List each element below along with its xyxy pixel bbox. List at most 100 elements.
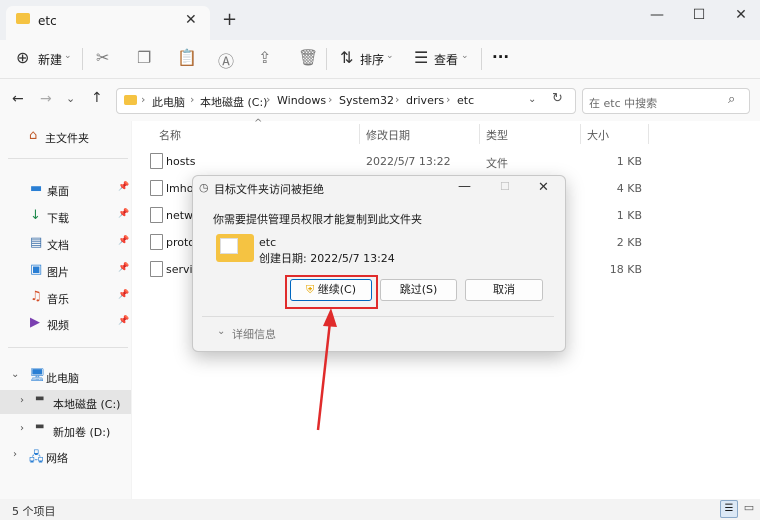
table-row[interactable]: hosts 2022/5/7 13:22 文件 1 KB	[140, 148, 750, 175]
chevron-down-icon: ⌄	[461, 51, 469, 61]
details-view-icon[interactable]: ☰	[720, 500, 738, 518]
toolbar-divider	[326, 48, 327, 70]
maximize-icon: ☐	[500, 180, 510, 193]
cut-icon[interactable]: ✂	[96, 48, 109, 67]
sidebar-item-label: 网络	[46, 452, 68, 465]
up-icon[interactable]: ↑	[91, 90, 103, 106]
chevron-right-icon[interactable]: ›	[13, 449, 17, 460]
chevron-right-icon[interactable]: ›	[20, 395, 24, 406]
column-divider[interactable]	[359, 124, 360, 144]
sidebar-item-music[interactable]: ♫ 音乐 📌	[0, 285, 131, 309]
sidebar-item-label: 新加卷 (D:)	[53, 426, 111, 439]
sidebar-item-network[interactable]: › 🖧 网络	[0, 444, 131, 468]
details-toggle[interactable]: 详细信息	[232, 326, 276, 342]
continue-button[interactable]: ⛨ 继续(C)	[290, 279, 372, 301]
breadcrumb-etc[interactable]: etc	[457, 94, 474, 107]
tab-title: etc	[38, 14, 57, 28]
sidebar-divider	[8, 347, 128, 348]
view-icon[interactable]: ☰	[414, 48, 428, 67]
minimize-icon[interactable]: —	[642, 7, 672, 23]
search-icon[interactable]: ⌕	[728, 92, 735, 107]
pin-icon: 📌	[118, 316, 130, 326]
new-button[interactable]: 新建	[38, 51, 62, 68]
breadcrumb-separator: ›	[328, 93, 333, 106]
sidebar-item-home[interactable]: ⌂ 主文件夹	[0, 124, 131, 148]
tiles-view-icon[interactable]: ▭	[741, 500, 757, 516]
new-icon[interactable]: ⊕	[16, 48, 29, 67]
pin-icon: 📌	[118, 290, 130, 300]
sidebar-item-documents[interactable]: ▤ 文档 📌	[0, 231, 131, 255]
new-tab-icon[interactable]: +	[222, 9, 237, 30]
breadcrumb-system32[interactable]: System32	[339, 94, 394, 107]
breadcrumb-drivers[interactable]: drivers	[406, 94, 444, 107]
search-placeholder: 在 etc 中搜索	[589, 97, 658, 110]
drive-icon: ▬	[35, 393, 45, 404]
file-name: proto	[166, 236, 196, 249]
sidebar-item-pictures[interactable]: ▣ 图片 📌	[0, 258, 131, 282]
rename-icon[interactable]: Ⓐ	[218, 48, 234, 72]
column-header-name[interactable]: 名称	[159, 127, 181, 143]
chevron-down-icon[interactable]: ⌄	[217, 326, 225, 337]
back-icon[interactable]: ←	[12, 91, 24, 107]
sidebar-item-d-drive[interactable]: › ▬ 新加卷 (D:)	[0, 418, 131, 442]
file-name: hosts	[166, 155, 196, 168]
close-icon[interactable]: ✕	[726, 7, 756, 23]
music-icon: ♫	[30, 289, 42, 304]
breadcrumb-this-pc[interactable]: 此电脑	[152, 94, 185, 110]
column-divider[interactable]	[479, 124, 480, 144]
sort-ascending-icon: ^	[254, 118, 263, 129]
chevron-down-icon[interactable]: ⌄	[11, 369, 19, 380]
sidebar-item-downloads[interactable]: ↓ 下载 📌	[0, 204, 131, 228]
cancel-button[interactable]: 取消	[465, 279, 543, 301]
home-icon: ⌂	[29, 128, 38, 143]
more-button[interactable]: ···	[492, 48, 509, 66]
chevron-right-icon[interactable]: ›	[20, 423, 24, 434]
sort-button[interactable]: 排序	[360, 51, 384, 68]
sidebar-item-c-drive[interactable]: › ▬ 本地磁盘 (C:)	[0, 390, 131, 414]
sort-icon[interactable]: ⇅	[340, 48, 353, 67]
maximize-icon[interactable]: ☐	[684, 7, 714, 23]
toolbar-divider	[82, 48, 83, 70]
sidebar-item-this-pc[interactable]: ⌄ 🖥 此电脑	[0, 364, 131, 388]
sidebar-item-label: 图片	[47, 266, 69, 279]
file-icon	[150, 180, 163, 196]
skip-button[interactable]: 跳过(S)	[380, 279, 457, 301]
view-button[interactable]: 查看	[434, 51, 458, 68]
dialog-close-icon[interactable]: ✕	[538, 180, 549, 195]
pin-icon: 📌	[118, 182, 130, 192]
item-count: 5 个项目	[12, 505, 56, 518]
chevron-down-icon: ⌄	[386, 51, 394, 61]
sidebar-item-label: 此电脑	[46, 372, 79, 385]
folder-icon	[124, 95, 137, 105]
file-icon	[150, 153, 163, 169]
pin-icon: 📌	[118, 236, 130, 246]
forward-icon[interactable]: →	[40, 91, 52, 107]
share-icon[interactable]: ⇪	[258, 48, 271, 67]
pictures-icon: ▣	[30, 262, 43, 277]
paste-icon[interactable]: 📋	[177, 48, 197, 67]
breadcrumb-c-drive[interactable]: 本地磁盘 (C:)	[200, 94, 267, 110]
file-date: 2022/5/7 13:22	[366, 155, 451, 168]
tab-etc[interactable]	[6, 6, 210, 40]
sidebar-item-desktop[interactable]: ▬ 桌面 📌	[0, 177, 131, 201]
sidebar-item-label: 视频	[47, 319, 69, 332]
column-divider[interactable]	[648, 124, 649, 144]
chevron-down-icon[interactable]: ⌄	[528, 94, 536, 105]
column-header-date[interactable]: 修改日期	[366, 127, 410, 143]
column-header-type[interactable]: 类型	[486, 127, 508, 143]
file-size: 18 KB	[609, 263, 642, 276]
delete-icon[interactable]: 🗑	[298, 48, 318, 67]
continue-label: 继续(C)	[317, 283, 356, 296]
tab-close-icon[interactable]: ✕	[185, 12, 197, 28]
column-divider[interactable]	[580, 124, 581, 144]
file-icon	[150, 234, 163, 250]
column-header-size[interactable]: 大小	[587, 127, 609, 143]
refresh-icon[interactable]: ↻	[552, 91, 563, 106]
drive-icon: ▬	[35, 421, 45, 432]
breadcrumb-windows[interactable]: Windows	[277, 94, 326, 107]
chevron-down-icon[interactable]: ⌄	[66, 92, 75, 105]
file-size: 1 KB	[616, 155, 642, 168]
copy-icon[interactable]: ❐	[137, 48, 151, 67]
sidebar-item-videos[interactable]: ▶ 视频 📌	[0, 311, 131, 335]
minimize-icon[interactable]: —	[458, 179, 471, 194]
